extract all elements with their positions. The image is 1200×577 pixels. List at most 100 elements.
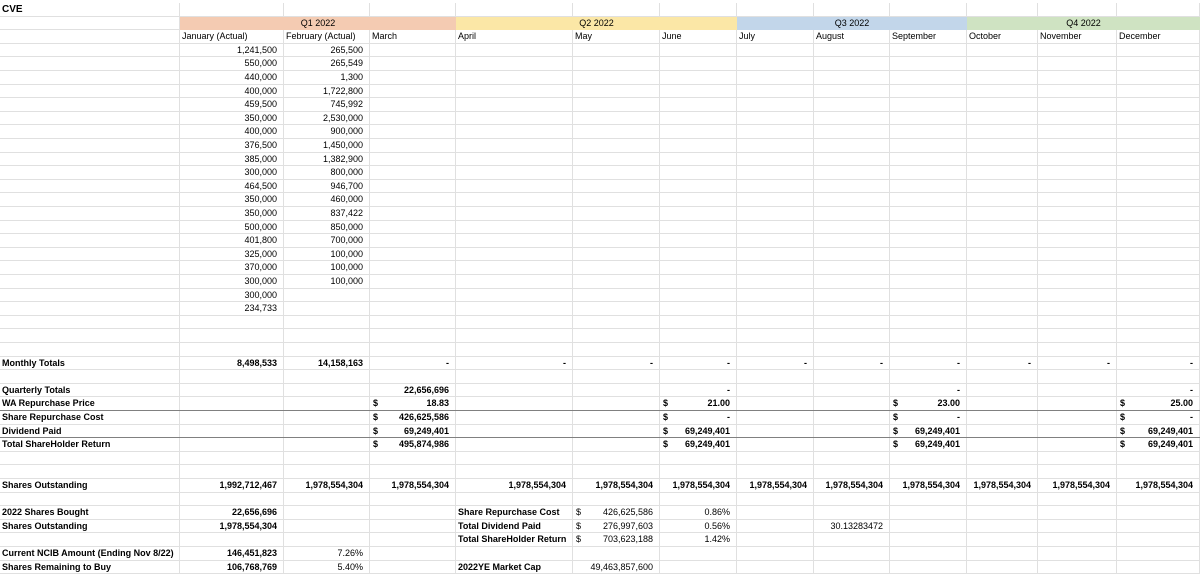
cell[interactable] — [456, 451, 573, 466]
cell[interactable] — [1117, 247, 1200, 262]
cell[interactable] — [814, 370, 890, 384]
cell[interactable] — [737, 383, 814, 398]
cell[interactable] — [814, 166, 890, 180]
cell[interactable] — [814, 139, 890, 153]
cell[interactable] — [180, 383, 284, 398]
cell[interactable] — [967, 519, 1038, 534]
cell[interactable] — [456, 261, 573, 275]
summary-mid-value[interactable]: $276,997,603 — [573, 519, 660, 534]
cell[interactable] — [370, 506, 456, 520]
feb-value[interactable]: 946,700 — [284, 179, 370, 194]
cell[interactable] — [573, 84, 660, 99]
cell[interactable] — [573, 152, 660, 167]
cell[interactable] — [1038, 288, 1117, 303]
shares-outstanding[interactable]: 1,978,554,304 — [370, 479, 456, 493]
cell[interactable] — [1117, 71, 1200, 85]
cell[interactable] — [814, 560, 890, 575]
cell[interactable] — [180, 438, 284, 452]
cell[interactable] — [814, 234, 890, 248]
row-label-dividend-paid[interactable]: Dividend Paid — [0, 424, 180, 439]
august-note[interactable]: 30.13283472 — [814, 519, 890, 534]
cell[interactable] — [967, 451, 1038, 466]
cell[interactable] — [456, 125, 573, 139]
cell[interactable] — [370, 315, 456, 330]
cell[interactable] — [814, 424, 890, 439]
cell[interactable] — [890, 302, 967, 316]
cell[interactable] — [814, 506, 890, 520]
quarter-header[interactable]: Q4 2022 — [967, 16, 1200, 31]
shares-outstanding[interactable]: 1,978,554,304 — [284, 479, 370, 493]
ncib-pct[interactable]: 7.26% — [284, 547, 370, 561]
feb-value[interactable]: 265,549 — [284, 57, 370, 71]
cell[interactable] — [814, 98, 890, 112]
cell[interactable] — [737, 3, 814, 17]
monthly-total[interactable]: - — [660, 356, 737, 371]
cell[interactable] — [0, 139, 180, 153]
cell[interactable] — [814, 43, 890, 58]
cell[interactable] — [1117, 207, 1200, 221]
cell[interactable] — [890, 111, 967, 126]
cell[interactable] — [967, 57, 1038, 71]
cell[interactable] — [0, 207, 180, 221]
cell[interactable] — [890, 3, 967, 17]
monthly-total[interactable]: - — [814, 356, 890, 371]
quarter-value[interactable]: $ - — [660, 411, 737, 425]
monthly-total[interactable]: - — [1117, 356, 1200, 371]
cell[interactable] — [737, 207, 814, 221]
cell[interactable] — [456, 465, 573, 479]
cell[interactable] — [890, 329, 967, 343]
summary-mid-pct[interactable]: 1.42% — [660, 533, 737, 547]
cell[interactable] — [814, 547, 890, 561]
cell[interactable] — [456, 329, 573, 343]
cell[interactable] — [1038, 492, 1117, 507]
cell[interactable] — [573, 57, 660, 71]
cell[interactable] — [737, 179, 814, 194]
cell[interactable] — [573, 125, 660, 139]
cell[interactable] — [737, 98, 814, 112]
summary-mid-value[interactable]: $426,625,586 — [573, 506, 660, 520]
cell[interactable] — [1117, 166, 1200, 180]
cell[interactable] — [456, 275, 573, 289]
cell[interactable] — [0, 111, 180, 126]
cell[interactable] — [814, 57, 890, 71]
ncib-value[interactable]: 106,768,769 — [180, 560, 284, 575]
shares-outstanding[interactable]: 1,978,554,304 — [1038, 479, 1117, 493]
shares-outstanding[interactable]: 1,978,554,304 — [737, 479, 814, 493]
cell[interactable] — [456, 179, 573, 194]
cell[interactable] — [456, 57, 573, 71]
cell[interactable] — [1038, 547, 1117, 561]
quarter-value[interactable]: $18.83 — [370, 397, 456, 411]
cell[interactable] — [0, 179, 180, 194]
cell[interactable] — [370, 302, 456, 316]
cell[interactable] — [967, 329, 1038, 343]
cell[interactable] — [456, 234, 573, 248]
jan-value[interactable]: 1,241,500 — [180, 43, 284, 58]
cell[interactable] — [967, 179, 1038, 194]
cell[interactable] — [967, 560, 1038, 575]
jan-value[interactable]: 500,000 — [180, 220, 284, 235]
cell[interactable] — [573, 343, 660, 357]
cell[interactable] — [967, 139, 1038, 153]
cell[interactable] — [814, 275, 890, 289]
cell[interactable] — [0, 465, 180, 479]
cell[interactable] — [737, 57, 814, 71]
summary-mid-label[interactable]: Total ShareHolder Return — [456, 533, 573, 547]
cell[interactable] — [573, 234, 660, 248]
cell[interactable] — [890, 519, 967, 534]
cell[interactable] — [180, 343, 284, 357]
quarter-value[interactable]: $69,249,401 — [660, 424, 737, 439]
cell[interactable] — [573, 247, 660, 262]
feb-value[interactable]: 800,000 — [284, 166, 370, 180]
cell[interactable] — [370, 288, 456, 303]
cell[interactable] — [1038, 247, 1117, 262]
cell[interactable] — [1038, 193, 1117, 207]
cell[interactable] — [814, 397, 890, 411]
cell[interactable] — [370, 343, 456, 357]
cell[interactable] — [1038, 315, 1117, 330]
cell[interactable] — [1038, 424, 1117, 439]
cell[interactable] — [573, 465, 660, 479]
cell[interactable] — [814, 220, 890, 235]
cell[interactable] — [660, 451, 737, 466]
cell[interactable] — [370, 71, 456, 85]
cell[interactable] — [370, 519, 456, 534]
